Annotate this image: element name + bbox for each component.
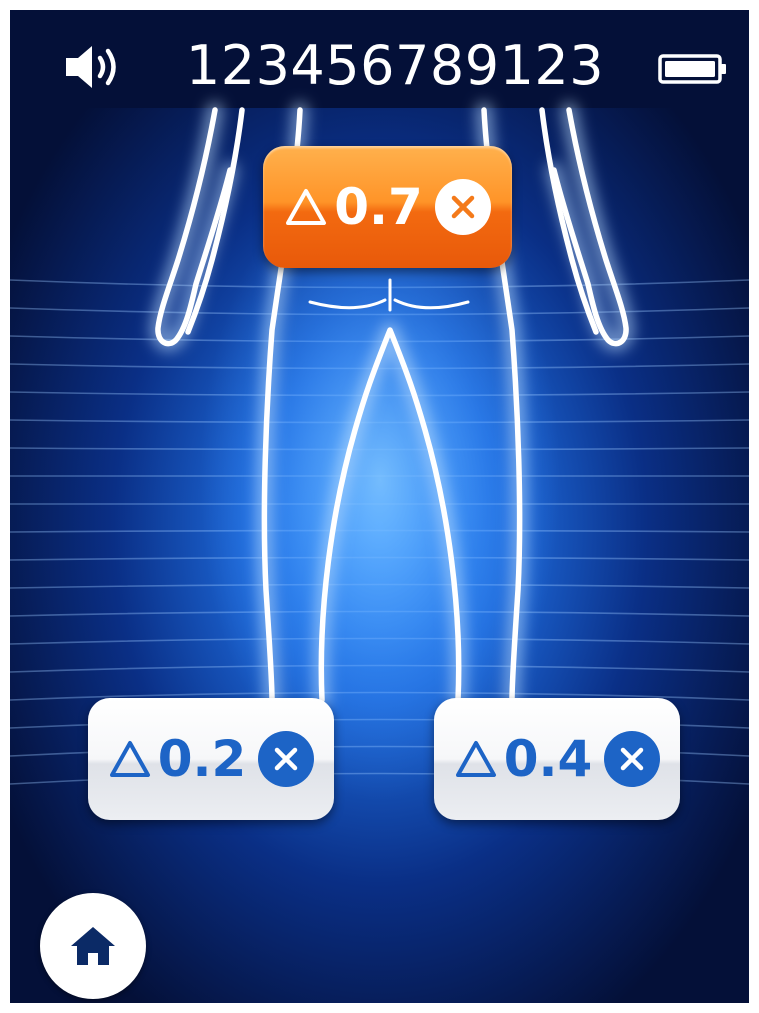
home-icon [71, 927, 115, 965]
device-id: 123456789123 [185, 34, 605, 97]
waist-measurement-badge[interactable]: 0.7 [263, 146, 512, 268]
right-leg-measurement-badge[interactable]: 0.4 [434, 698, 680, 820]
delta-icon [455, 741, 496, 777]
left-leg-measurement-badge[interactable]: 0.2 [88, 698, 334, 820]
battery-icon [658, 54, 726, 84]
home-button[interactable] [40, 893, 146, 999]
right-leg-delta-value: 0.4 [503, 730, 593, 788]
close-icon [451, 195, 475, 219]
close-icon [621, 747, 644, 771]
left-leg-delta-value: 0.2 [157, 730, 247, 788]
left-leg-clear-button[interactable] [258, 731, 315, 787]
waist-clear-button[interactable] [434, 179, 491, 235]
close-icon [275, 747, 298, 771]
waist-delta-value: 0.7 [334, 178, 423, 236]
delta-icon [109, 741, 150, 777]
speaker-icon[interactable] [62, 44, 126, 90]
right-leg-clear-button[interactable] [604, 731, 661, 787]
status-bar: 123456789123 [10, 10, 749, 110]
delta-icon [286, 189, 327, 225]
device-screen: 123456789123 0.7 0.2 0.4 [10, 10, 749, 1003]
